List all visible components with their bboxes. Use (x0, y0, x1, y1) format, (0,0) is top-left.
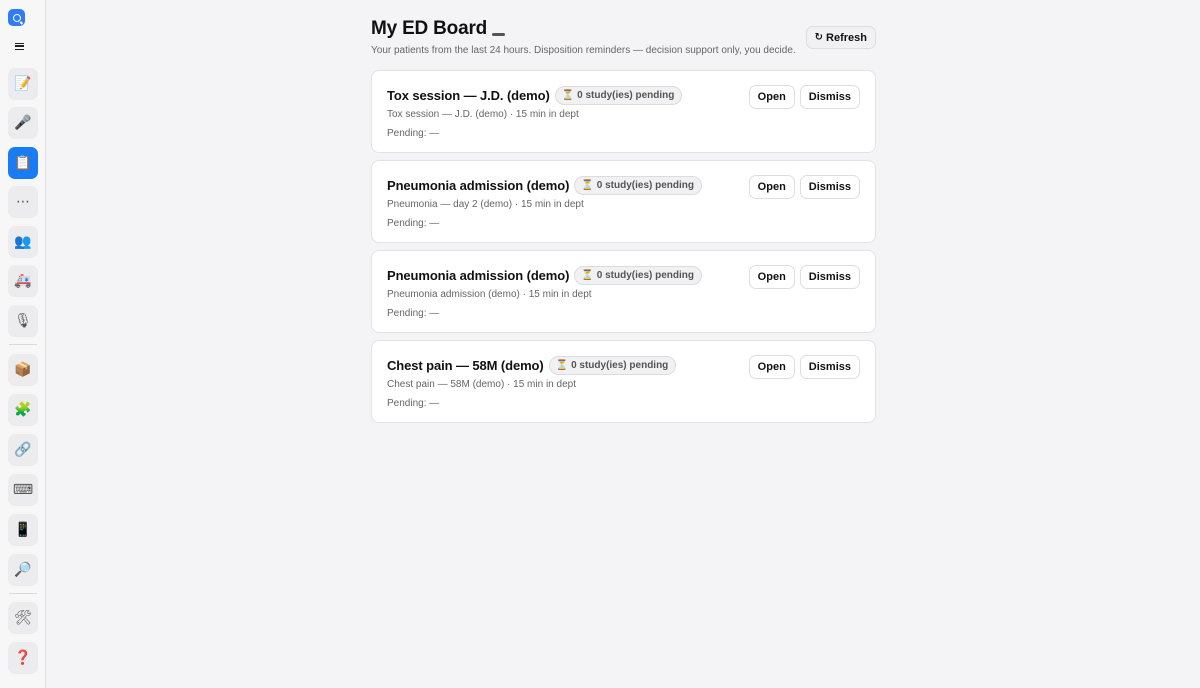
patient-card[interactable]: Pneumonia admission (demo) ⏳ 0 study(ies… (371, 250, 876, 333)
pending-studies-text: 0 study(ies) pending (596, 270, 695, 281)
patient-card-title: Pneumonia admission (demo) (387, 268, 570, 283)
title-mark (492, 32, 506, 36)
patient-card-title: Chest pain — 58M (demo) (387, 358, 544, 373)
patient-card[interactable]: Chest pain — 58M (demo) ⏳ 0 study(ies) p… (371, 340, 876, 423)
open-button[interactable]: Open (748, 85, 795, 109)
open-button[interactable]: Open (748, 355, 795, 379)
sidebar-item-team[interactable]: 👥 (8, 226, 38, 258)
patient-card-subtitle: Tox session — J.D. (demo) · 15 min in de… (387, 109, 579, 120)
sidebar-item-search[interactable]: 🔎 (8, 554, 38, 586)
refresh-label: Refresh (826, 31, 867, 44)
dismiss-button[interactable]: Dismiss (799, 355, 860, 379)
patient-list: Tox session — J.D. (demo) ⏳ 0 study(ies)… (371, 70, 876, 423)
sidebar-divider (9, 344, 37, 345)
page-title-text: My ED Board (371, 18, 488, 39)
dismiss-button[interactable]: Dismiss (799, 175, 860, 199)
refresh-icon: ↻ (814, 32, 824, 43)
open-button[interactable]: Open (748, 265, 795, 289)
sidebar-item-box[interactable]: 📦 (8, 354, 38, 386)
page-subtitle: Your patients from the last 24 hours. Di… (371, 45, 796, 56)
hourglass-icon: ⏳ (561, 90, 575, 101)
sidebar-item-more[interactable]: ⋯ (8, 186, 38, 218)
sidebar-item-link[interactable]: 🔗 (8, 434, 38, 466)
page-title: My ED Board (371, 18, 876, 40)
patient-card-pending: Pending: — (387, 128, 440, 139)
pending-studies-text: 0 study(ies) pending (577, 90, 675, 101)
patient-card-title: Tox session — J.D. (demo) (387, 88, 550, 103)
patient-card-title: Pneumonia admission (demo) (387, 178, 570, 193)
sidebar-item-ed-board[interactable]: 📋 (8, 147, 38, 179)
main-content: My ED Board Your patients from the last … (371, 18, 876, 430)
sidebar-item-puzzle[interactable]: 🧩 (8, 394, 38, 426)
sidebar-divider (9, 593, 37, 594)
patient-card[interactable]: Tox session — J.D. (demo) ⏳ 0 study(ies)… (371, 70, 876, 153)
sidebar-item-keyboard[interactable]: ⌨ (8, 474, 38, 506)
open-button[interactable]: Open (748, 175, 795, 199)
pending-studies-badge: ⏳ 0 study(ies) pending (574, 176, 703, 195)
pending-studies-text: 0 study(ies) pending (571, 360, 669, 371)
pending-studies-text: 0 study(ies) pending (596, 180, 695, 191)
sidebar-item-phone[interactable]: 📱 (8, 514, 38, 546)
refresh-button[interactable]: ↻ Refresh (805, 26, 876, 49)
menu-icon[interactable] (15, 43, 24, 50)
pending-studies-badge: ⏳ 0 study(ies) pending (554, 86, 683, 105)
hourglass-icon: ⏳ (581, 270, 594, 281)
patient-card-subtitle: Chest pain — 58M (demo) · 15 min in dept (387, 379, 576, 390)
patient-card[interactable]: Pneumonia admission (demo) ⏳ 0 study(ies… (371, 160, 876, 243)
sidebar-item-ambulance[interactable]: 🚑 (8, 265, 38, 297)
sidebar-item-dictation[interactable]: 🎤 (8, 107, 38, 139)
pending-studies-badge: ⏳ 0 study(ies) pending (548, 356, 677, 375)
hourglass-icon: ⏳ (555, 360, 569, 371)
sidebar-rail: 📝 🎤 📋 ⋯ 👥 🚑 🎙 📦 🧩 🔗 ⌨ 📱 🔎 🛠 ❓ (0, 0, 46, 688)
dismiss-button[interactable]: Dismiss (799, 265, 860, 289)
patient-card-pending: Pending: — (387, 398, 440, 409)
dismiss-button[interactable]: Dismiss (799, 85, 860, 109)
sidebar-item-help[interactable]: ❓ (8, 642, 38, 674)
patient-card-pending: Pending: — (387, 218, 440, 229)
hourglass-icon: ⏳ (581, 180, 594, 191)
patient-card-subtitle: Pneumonia admission (demo) · 15 min in d… (387, 289, 592, 300)
patient-card-pending: Pending: — (387, 308, 440, 319)
pending-studies-badge: ⏳ 0 study(ies) pending (574, 266, 703, 285)
patient-card-subtitle: Pneumonia — day 2 (demo) · 15 min in dep… (387, 199, 584, 210)
sidebar-item-notes[interactable]: 📝 (8, 68, 38, 100)
app-logo-search-icon[interactable] (8, 9, 25, 26)
sidebar-item-recorder[interactable]: 🎙 (8, 305, 38, 337)
sidebar-item-tools[interactable]: 🛠 (8, 602, 38, 634)
page-header: My ED Board Your patients from the last … (371, 18, 876, 66)
